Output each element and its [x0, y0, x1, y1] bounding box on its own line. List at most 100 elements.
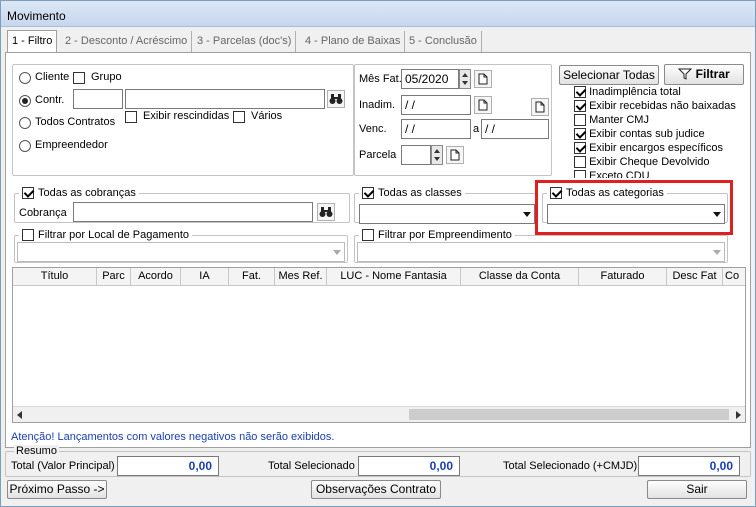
- col-desc-fat[interactable]: Desc Fat: [667, 268, 723, 286]
- option-exceto-cdu[interactable]: Exceto CDU: [574, 170, 650, 178]
- classes-legend[interactable]: Todas as classes: [359, 186, 465, 200]
- contract-code-input[interactable]: [73, 89, 123, 109]
- filter-panel: Cliente Grupo Contr. Exibir rescindidas …: [5, 52, 751, 448]
- col-faturado[interactable]: Faturado: [579, 268, 667, 286]
- title-bar: Movimento: [1, 1, 755, 27]
- scroll-right-icon[interactable]: [736, 411, 741, 419]
- radio-cliente-label: Cliente: [35, 71, 70, 83]
- venc-from-input[interactable]: / /: [401, 119, 471, 139]
- inadim-input[interactable]: / /: [401, 95, 471, 115]
- option-cheque-devolvido[interactable]: Exibir Cheque Devolvido: [574, 156, 710, 169]
- cobranca-label: Cobrança: [19, 207, 67, 219]
- cobrancas-legend[interactable]: Todas as cobranças: [19, 186, 139, 200]
- option-contas-sub-judice[interactable]: Exibir contas sub judice: [574, 128, 705, 141]
- checkbox-local-pagamento[interactable]: [22, 229, 34, 241]
- col-co[interactable]: Co: [723, 268, 745, 286]
- col-luc-nome-fantasia[interactable]: LUC - Nome Fantasia: [327, 268, 461, 286]
- entity-group: Cliente Grupo Contr. Exibir rescindidas …: [12, 64, 354, 176]
- mes-fat-spinner[interactable]: [459, 69, 471, 89]
- empreendimento-group: Filtrar por Empreendimento: [354, 228, 728, 263]
- window-title: Movimento: [7, 9, 66, 23]
- col-classe-conta[interactable]: Classe da Conta: [461, 268, 579, 286]
- filtrar-button[interactable]: Filtrar: [664, 64, 744, 85]
- inadim-label: Inadim.: [359, 99, 396, 111]
- empreendimento-legend[interactable]: Filtrar por Empreendimento: [359, 228, 515, 242]
- movimento-window: Movimento 1 - Filtro 2 - Desconto / Acré…: [0, 0, 756, 507]
- results-grid[interactable]: Título Parc Acordo IA Fat. Mes Ref. LUC …: [12, 267, 746, 423]
- total-principal-value: 0,00: [117, 456, 219, 476]
- col-ia[interactable]: IA: [181, 268, 229, 286]
- resumo-legend: Resumo: [14, 445, 59, 457]
- radio-empreendedor[interactable]: [19, 140, 31, 152]
- col-titulo[interactable]: Título: [13, 268, 97, 286]
- venc-to-input[interactable]: / /: [481, 119, 549, 139]
- option-encargos-especificos[interactable]: Exibir encargos específicos: [574, 142, 723, 155]
- search-cobranca-button[interactable]: [317, 203, 335, 221]
- binoculars-icon: [319, 207, 333, 217]
- grid-horizontal-scrollbar[interactable]: [13, 406, 745, 422]
- selecionar-todas-button[interactable]: Selecionar Todas: [559, 65, 659, 85]
- filter-options-list: Inadimplência total Exibir recebidas não…: [574, 86, 748, 178]
- col-acordo[interactable]: Acordo: [131, 268, 181, 286]
- radio-contr[interactable]: [19, 95, 31, 107]
- scroll-left-icon[interactable]: [17, 411, 22, 419]
- mes-fat-calendar-button[interactable]: [474, 70, 492, 88]
- col-parc[interactable]: Parc: [97, 268, 131, 286]
- local-pagamento-label: Filtrar por Local de Pagamento: [38, 229, 190, 241]
- inadim-calendar-button[interactable]: [474, 96, 492, 114]
- checkbox-empreendimento[interactable]: [362, 229, 374, 241]
- parcela-button[interactable]: [446, 146, 464, 164]
- radio-cliente[interactable]: [19, 72, 31, 84]
- radio-contr-label: Contr.: [35, 94, 65, 106]
- tab-parcelas[interactable]: 3 - Parcelas (doc's): [193, 31, 297, 53]
- highlight-box: [535, 180, 733, 235]
- scroll-thumb[interactable]: [409, 409, 729, 420]
- parcela-input[interactable]: [401, 145, 431, 165]
- proximo-passo-button[interactable]: Próximo Passo ->: [7, 480, 107, 499]
- option-manter-cmj[interactable]: Manter CMJ: [574, 114, 649, 127]
- checkbox-todas-classes[interactable]: [362, 187, 374, 199]
- negative-values-warning: Atenção! Lançamentos com valores negativ…: [11, 431, 335, 443]
- mes-fat-label: Mês Fat.: [359, 73, 402, 85]
- contract-name-input[interactable]: [125, 89, 325, 109]
- mes-fat-input[interactable]: 05/2020: [401, 69, 459, 89]
- col-fat[interactable]: Fat.: [229, 268, 275, 286]
- local-pagamento-group: Filtrar por Local de Pagamento: [14, 228, 348, 263]
- col-mes-ref[interactable]: Mes Ref.: [275, 268, 327, 286]
- observacoes-contrato-button[interactable]: Observações Contrato: [311, 480, 441, 499]
- chevron-down-icon: [713, 250, 721, 255]
- option-inadimplencia-total[interactable]: Inadimplência total: [574, 86, 681, 99]
- tab-desconto[interactable]: 2 - Desconto / Acréscimo: [61, 31, 193, 53]
- inadim-extra-button[interactable]: [531, 98, 549, 116]
- checkbox-varios[interactable]: [233, 111, 245, 123]
- todas-classes-label: Todas as classes: [378, 187, 462, 199]
- cobranca-input[interactable]: [73, 202, 313, 222]
- option-exibir-recebidas[interactable]: Exibir recebidas não baixadas: [574, 100, 736, 113]
- dates-group: Mês Fat. 05/2020 Inadim. / / Venc. / / a…: [354, 64, 552, 176]
- classes-select[interactable]: [359, 204, 535, 224]
- parcela-spinner[interactable]: [431, 145, 443, 165]
- tab-plano-baixas[interactable]: 4 - Plano de Baixas: [301, 31, 406, 53]
- sair-button[interactable]: Sair: [647, 480, 747, 499]
- local-pagamento-select[interactable]: [17, 242, 345, 262]
- checkbox-grupo[interactable]: [73, 72, 85, 84]
- cobrancas-group: Todas as cobranças Cobrança: [14, 186, 350, 223]
- venc-label: Venc.: [359, 123, 387, 135]
- checkbox-todas-cobrancas[interactable]: [22, 187, 34, 199]
- checkbox-varios-label: Vários: [251, 110, 283, 122]
- search-contract-button[interactable]: [327, 90, 345, 108]
- venc-separator: a: [473, 123, 480, 135]
- tab-conclusao[interactable]: 5 - Conclusão: [405, 31, 482, 53]
- chevron-down-icon: [333, 250, 341, 255]
- local-pagamento-legend[interactable]: Filtrar por Local de Pagamento: [19, 228, 193, 242]
- tab-filtro[interactable]: 1 - Filtro: [7, 30, 58, 53]
- radio-todos-contratos[interactable]: [19, 117, 31, 129]
- document-icon: [535, 101, 545, 113]
- binoculars-icon: [329, 94, 343, 104]
- chevron-down-icon: [523, 212, 531, 217]
- empreendimento-label: Filtrar por Empreendimento: [378, 229, 512, 241]
- checkbox-exibir-rescindidas[interactable]: [125, 111, 137, 123]
- empreendimento-select[interactable]: [357, 242, 725, 262]
- filtrar-label: Filtrar: [695, 67, 730, 81]
- todas-cobrancas-label: Todas as cobranças: [38, 187, 136, 199]
